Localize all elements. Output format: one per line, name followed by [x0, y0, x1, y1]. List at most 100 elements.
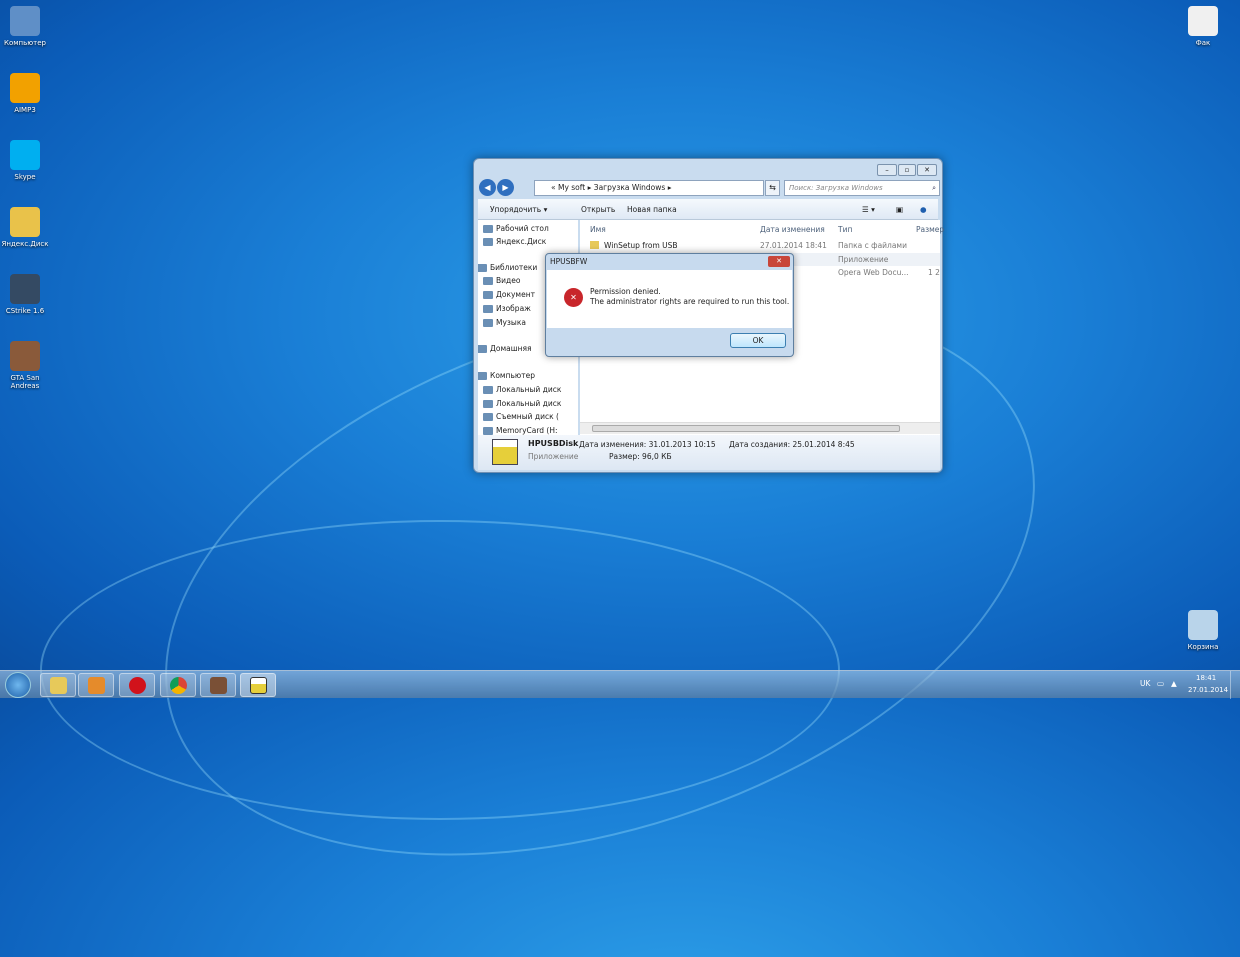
taskbar-gta[interactable]: [200, 673, 236, 697]
desktop-icon[interactable]: Skype: [0, 140, 50, 181]
column-size[interactable]: Размер: [916, 225, 944, 234]
start-button[interactable]: [5, 672, 31, 698]
nav-item[interactable]: Видео: [482, 276, 520, 285]
nav-item[interactable]: Документ: [483, 290, 535, 299]
application-icon: [492, 439, 518, 465]
dialog-close-button[interactable]: ✕: [768, 256, 790, 267]
search-icon: ⌕: [932, 184, 936, 192]
nav-item[interactable]: Локальный диск: [482, 385, 561, 394]
desktop-icon-label: CStrike 1.6: [5, 307, 45, 315]
file-type: Папка с файлами: [838, 241, 907, 250]
toolbar: Упорядочить ▾ Открыть Новая папка ☰ ▾ ▣ …: [478, 199, 938, 220]
details-created: Дата создания: 25.01.2014 8:45: [729, 440, 855, 449]
details-size: Размер: 96,0 КБ: [609, 452, 672, 461]
clock-date[interactable]: 27.01.2014: [1188, 686, 1228, 694]
refresh-button[interactable]: ⇆: [765, 180, 780, 196]
back-button[interactable]: ◀: [479, 179, 496, 196]
taskbar-chrome[interactable]: [160, 673, 196, 697]
details-modified: Дата изменения: 31.01.2013 10:15: [579, 440, 716, 449]
gta-icon: [210, 677, 227, 694]
error-icon: ✕: [564, 288, 583, 307]
desktop-icon[interactable]: Яндекс.Диск: [0, 207, 50, 248]
keyboard-icon[interactable]: ▭: [1157, 679, 1164, 688]
taskbar: UK ▭ ▲ 18:41 27.01.2014: [0, 670, 1240, 699]
nav-item[interactable]: Рабочий стол: [483, 224, 549, 233]
maximize-button[interactable]: ▫: [898, 164, 916, 176]
desktop-icon-image: [10, 207, 40, 237]
media-player-icon: [88, 677, 105, 694]
file-type: Приложение: [838, 254, 889, 264]
language-indicator[interactable]: UK: [1140, 679, 1150, 688]
desktop-icon-label: AIMP3: [14, 106, 36, 114]
nav-item[interactable]: MemoryCard (H:: [483, 426, 558, 435]
desktop-icon-image: [10, 274, 40, 304]
file-type: Opera Web Docu...: [838, 268, 909, 277]
close-button[interactable]: ✕: [917, 164, 937, 176]
recycle-bin-icon[interactable]: Корзина: [1178, 610, 1228, 651]
nav-item[interactable]: Яндекс.Диск: [482, 237, 546, 246]
folder-icon: [590, 241, 599, 249]
details-name: HPUSBDisk: [528, 439, 579, 448]
desktop-icon[interactable]: AIMP3: [0, 73, 50, 114]
view-options-icon[interactable]: ☰ ▾: [862, 199, 875, 220]
nav-item[interactable]: Локальный диск: [482, 399, 561, 408]
desktop-icon-image: [10, 73, 40, 103]
error-dialog: HPUSBFW ✕ ✕ Permission denied. The admin…: [545, 253, 794, 357]
file-row[interactable]: WinSetup from USB 27.01.2014 18:41 Папка…: [580, 239, 940, 252]
error-title: Permission denied.: [590, 287, 661, 296]
nav-item[interactable]: Компьютер: [478, 371, 535, 380]
breadcrumb-my-soft[interactable]: My soft: [558, 183, 585, 192]
desktop-icon-image: [1188, 6, 1218, 36]
taskbar-explorer[interactable]: [40, 673, 76, 697]
search-input[interactable]: Поиск: Загрузка Windows ⌕: [784, 180, 940, 196]
address-bar[interactable]: « My soft ▸ Загрузка Windows ▸: [534, 180, 764, 196]
taskbar-opera[interactable]: [119, 673, 155, 697]
horizontal-scrollbar[interactable]: [580, 422, 940, 434]
column-date[interactable]: Дата изменения: [760, 225, 825, 234]
folder-icon: [50, 677, 67, 694]
opera-icon: [129, 677, 146, 694]
clock-time[interactable]: 18:41: [1196, 674, 1216, 682]
desktop-icon-label: Корзина: [1187, 643, 1219, 651]
ok-button[interactable]: OK: [730, 333, 786, 348]
nav-item[interactable]: Домашняя: [478, 344, 532, 353]
show-desktop-button[interactable]: [1230, 671, 1240, 699]
details-pane: HPUSBDisk Приложение Дата изменения: 31.…: [478, 435, 940, 470]
tray-arrow-icon[interactable]: ▲: [1171, 679, 1177, 688]
details-type: Приложение: [528, 452, 579, 461]
breadcrumb-current[interactable]: Загрузка Windows: [594, 183, 666, 192]
column-name[interactable]: Имя: [590, 225, 606, 234]
minimize-button[interactable]: –: [877, 164, 897, 176]
forward-button[interactable]: ▶: [497, 179, 514, 196]
file-date: 27.01.2014 18:41: [760, 241, 827, 250]
nav-item[interactable]: Музыка: [483, 318, 526, 327]
column-type[interactable]: Тип: [838, 225, 852, 234]
desktop-icon-label: Яндекс.Диск: [1, 240, 49, 248]
desktop-icon-label: Skype: [14, 173, 36, 181]
nav-item[interactable]: Библиотеки: [478, 263, 537, 272]
desktop-icon-label: GTA San Andreas: [10, 374, 40, 390]
desktop-icon-image: [1188, 610, 1218, 640]
open-button[interactable]: Открыть: [581, 199, 615, 220]
help-icon[interactable]: ●: [920, 199, 927, 220]
desktop-icon-image: [10, 140, 40, 170]
organize-button[interactable]: Упорядочить ▾: [490, 199, 547, 220]
desktop-icon-image: [10, 6, 40, 36]
nav-item[interactable]: Изображ: [483, 304, 531, 313]
desktop-icon[interactable]: CStrike 1.6: [0, 274, 50, 315]
taskbar-media-player[interactable]: [78, 673, 114, 697]
chrome-icon: [170, 677, 187, 694]
breadcrumb-overflow[interactable]: «: [551, 183, 556, 192]
hpusbfw-icon: [250, 677, 267, 694]
desktop-icon[interactable]: GTA San Andreas: [0, 341, 50, 390]
desktop-file-icon[interactable]: Фак: [1178, 6, 1228, 47]
file-size: 1 2: [928, 268, 940, 277]
new-folder-button[interactable]: Новая папка: [627, 199, 677, 220]
taskbar-hpusbfw[interactable]: [240, 673, 276, 697]
desktop-icon-label: Компьютер: [4, 39, 46, 47]
preview-pane-icon[interactable]: ▣: [896, 199, 903, 220]
desktop-icon[interactable]: Компьютер: [0, 6, 50, 47]
desktop-icon-image: [10, 341, 40, 371]
file-name: WinSetup from USB: [604, 241, 678, 250]
nav-item[interactable]: Съемный диск (: [483, 412, 559, 421]
